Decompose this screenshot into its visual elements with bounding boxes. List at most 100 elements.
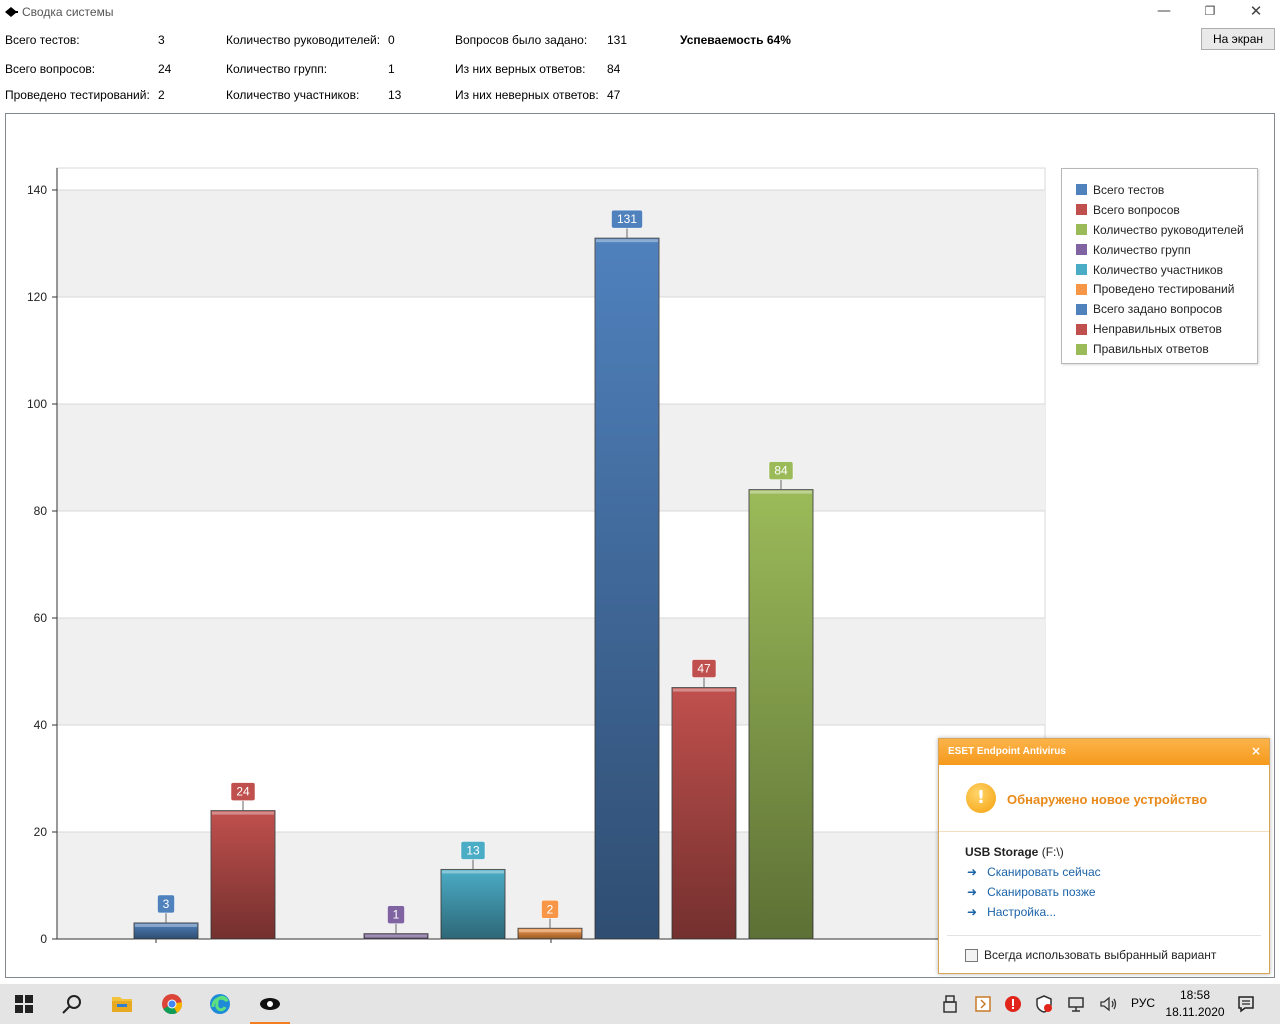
taskbar: РУС 18:58 18.11.2020 bbox=[0, 984, 1280, 1024]
legend-item: Правильных ответов bbox=[1076, 339, 1257, 359]
legend-swatch bbox=[1076, 224, 1087, 236]
y-tick-label: 140 bbox=[27, 183, 47, 197]
legend-item: Всего вопросов bbox=[1076, 200, 1257, 220]
scan-later-link[interactable]: ➜ Сканировать позже bbox=[967, 885, 1096, 899]
scan-later-label: Сканировать позже bbox=[987, 885, 1096, 899]
window-title: Сводка системы bbox=[22, 5, 114, 19]
network-icon[interactable] bbox=[1066, 994, 1086, 1014]
edge-icon[interactable] bbox=[208, 992, 232, 1016]
legend-swatch bbox=[1076, 244, 1087, 256]
legend-swatch bbox=[1076, 184, 1087, 196]
legend-swatch bbox=[1076, 303, 1087, 315]
legend-label: Количество групп bbox=[1093, 242, 1191, 257]
y-tick-label: 120 bbox=[27, 290, 47, 304]
asked-label: Вопросов было задано: bbox=[455, 33, 588, 47]
participants-label: Количество участников: bbox=[226, 88, 360, 102]
title-bar: Сводка системы — ❐ ✕ bbox=[0, 0, 1280, 24]
bar-highlight bbox=[750, 490, 812, 494]
legend-label: Неправильных ответов bbox=[1093, 322, 1222, 337]
tests-conducted-value: 2 bbox=[158, 88, 165, 102]
data-label: 2 bbox=[547, 902, 554, 916]
asked-value: 131 bbox=[607, 33, 628, 47]
data-label: 47 bbox=[697, 662, 711, 676]
legend-item: Количество руководителей bbox=[1076, 220, 1257, 240]
legend-item: Количество участников bbox=[1076, 260, 1257, 280]
performance-label: Успеваемость bbox=[680, 33, 764, 47]
arrow-right-icon: ➜ bbox=[967, 885, 978, 899]
tests-conducted-label: Проведено тестирований: bbox=[5, 88, 150, 102]
bar-highlight bbox=[442, 870, 504, 874]
file-explorer-icon[interactable] bbox=[110, 992, 134, 1016]
divider bbox=[939, 831, 1269, 832]
data-label: 131 bbox=[617, 212, 637, 226]
search-icon[interactable] bbox=[60, 992, 84, 1016]
always-use-option[interactable]: Всегда использовать выбранный вариант bbox=[965, 948, 1216, 962]
app-taskbar-icon[interactable] bbox=[258, 992, 282, 1016]
volume-icon[interactable] bbox=[1098, 994, 1118, 1014]
bar-highlight bbox=[212, 811, 274, 815]
wrong-value: 47 bbox=[607, 88, 621, 102]
divider bbox=[947, 935, 1261, 936]
bar-highlight bbox=[365, 934, 427, 938]
settings-link[interactable]: ➜ Настройка... bbox=[967, 905, 1056, 919]
warning-icon[interactable] bbox=[1003, 994, 1023, 1014]
minimize-button[interactable]: — bbox=[1141, 0, 1187, 24]
total-tests-value: 3 bbox=[158, 33, 165, 47]
legend-label: Правильных ответов bbox=[1093, 342, 1209, 357]
always-use-label: Всегда использовать выбранный вариант bbox=[984, 948, 1217, 962]
performance-value: 64% bbox=[766, 33, 791, 47]
arrow-right-icon: ➜ bbox=[967, 905, 978, 919]
chart-legend: Всего тестов Всего вопросов Количество рук… bbox=[1061, 168, 1258, 364]
shield-icon[interactable] bbox=[1034, 994, 1054, 1014]
always-use-checkbox[interactable] bbox=[965, 948, 978, 962]
clock-time[interactable]: 18:58 bbox=[1170, 988, 1220, 1002]
eset-close-icon[interactable]: × bbox=[1251, 744, 1261, 758]
chrome-icon[interactable] bbox=[160, 992, 184, 1016]
close-button[interactable]: ✕ bbox=[1233, 0, 1279, 24]
eset-title: ESET Endpoint Antivirus bbox=[948, 746, 1066, 757]
participants-value: 13 bbox=[388, 88, 402, 102]
eset-header: ESET Endpoint Antivirus × bbox=[939, 739, 1269, 765]
grid-band bbox=[57, 190, 1045, 297]
scan-now-label: Сканировать сейчас bbox=[987, 865, 1101, 879]
legend-swatch bbox=[1076, 343, 1087, 355]
bar-shade bbox=[211, 810, 275, 939]
groups-label: Количество групп: bbox=[226, 62, 328, 76]
managers-label: Количество руководителей: bbox=[226, 33, 381, 47]
total-questions-value: 24 bbox=[158, 62, 172, 76]
bar-highlight bbox=[673, 688, 735, 692]
to-screen-button[interactable]: На экран bbox=[1201, 28, 1275, 50]
app-icon bbox=[5, 7, 18, 17]
data-label: 84 bbox=[774, 464, 788, 478]
legend-label: Количество руководителей bbox=[1093, 222, 1244, 237]
legend-item: Всего тестов bbox=[1076, 180, 1257, 200]
clock-date[interactable]: 18.11.2020 bbox=[1160, 1005, 1230, 1019]
eset-headline: Обнаружено новое устройство bbox=[1007, 792, 1208, 807]
device-name: USB Storage bbox=[965, 845, 1039, 859]
correct-value: 84 bbox=[607, 62, 621, 76]
legend-item: Всего задано вопросов bbox=[1076, 299, 1257, 319]
language-indicator[interactable]: РУС bbox=[1131, 996, 1155, 1010]
data-label: 13 bbox=[466, 843, 480, 857]
arrow-right-icon: ➜ bbox=[967, 865, 978, 879]
grid-band bbox=[57, 832, 1045, 939]
info-alert-icon: ! bbox=[966, 783, 996, 813]
app-tray-icon[interactable] bbox=[973, 994, 993, 1014]
bar-highlight bbox=[519, 929, 581, 933]
legend-swatch bbox=[1076, 283, 1087, 295]
bar-shade bbox=[595, 238, 659, 939]
y-tick-label: 100 bbox=[27, 397, 47, 411]
grid-band bbox=[57, 618, 1045, 725]
managers-value: 0 bbox=[388, 33, 395, 47]
wrong-label: Из них неверных ответов: bbox=[455, 88, 599, 102]
legend-swatch bbox=[1076, 204, 1087, 216]
legend-swatch bbox=[1076, 264, 1087, 275]
notifications-icon[interactable] bbox=[1236, 994, 1256, 1014]
bar-highlight bbox=[135, 923, 197, 927]
restore-button[interactable]: ❐ bbox=[1187, 0, 1233, 24]
windows-start-icon[interactable] bbox=[12, 992, 36, 1016]
bar-shade bbox=[441, 869, 505, 939]
usb-drive-icon[interactable] bbox=[940, 994, 960, 1014]
eset-notification: ESET Endpoint Antivirus × ! Обнаружено н… bbox=[938, 738, 1270, 974]
scan-now-link[interactable]: ➜ Сканировать сейчас bbox=[967, 865, 1101, 879]
